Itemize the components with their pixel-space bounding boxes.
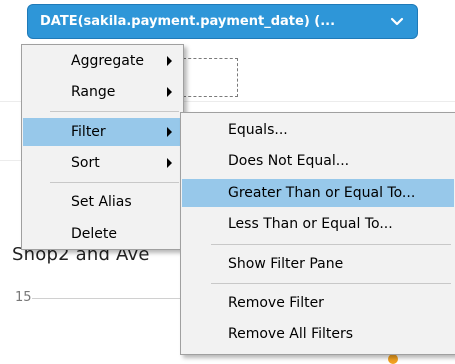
axis-line [32, 298, 192, 299]
submenu-arrow-icon [167, 158, 172, 168]
chevron-down-icon[interactable] [389, 13, 405, 29]
menu-item-label: Filter [71, 124, 106, 140]
submenu-item-remove-filter[interactable]: Remove Filter [182, 289, 454, 317]
menu-item-label: Does Not Equal... [228, 153, 350, 169]
submenu-item-equals[interactable]: Equals... [182, 116, 454, 144]
menu-item-label: Equals... [228, 122, 288, 138]
menu-item-sort[interactable]: Sort [23, 149, 182, 177]
submenu-item-does-not-equal[interactable]: Does Not Equal... [182, 147, 454, 175]
menu-separator [211, 244, 451, 245]
data-point [388, 354, 398, 364]
axis-tick-label: 15 [15, 290, 32, 305]
submenu-arrow-icon [167, 87, 172, 97]
menu-item-label: Remove Filter [228, 295, 324, 311]
menu-item-filter[interactable]: Filter [23, 118, 182, 146]
submenu-arrow-icon [167, 56, 172, 66]
menu-item-label: Show Filter Pane [228, 256, 344, 272]
menu-item-label: Delete [71, 226, 117, 242]
field-pill[interactable]: DATE(sakila.payment.payment_date) (... [27, 4, 418, 39]
menu-item-label: Greater Than or Equal To... [228, 185, 416, 201]
context-menu: Aggregate Range Filter Sort Set Alias De… [21, 44, 184, 250]
menu-item-set-alias[interactable]: Set Alias [23, 188, 182, 216]
submenu-arrow-icon [167, 127, 172, 137]
menu-item-delete[interactable]: Delete [23, 220, 182, 248]
submenu-item-greater-than-or-equal[interactable]: Greater Than or Equal To... [182, 179, 454, 207]
drop-target-placeholder[interactable] [183, 58, 238, 97]
menu-separator [211, 283, 451, 284]
field-pill-label: DATE(sakila.payment.payment_date) (... [40, 14, 336, 29]
menu-item-label: Less Than or Equal To... [228, 216, 393, 232]
menu-item-label: Range [71, 84, 116, 100]
menu-item-label: Set Alias [71, 194, 132, 210]
menu-separator [50, 182, 179, 183]
submenu-item-show-filter-pane[interactable]: Show Filter Pane [182, 250, 454, 278]
menu-item-label: Remove All Filters [228, 326, 354, 342]
menu-item-label: Sort [71, 155, 100, 171]
submenu-item-remove-all-filters[interactable]: Remove All Filters [182, 320, 454, 348]
menu-item-range[interactable]: Range [23, 78, 182, 106]
submenu-item-less-than-or-equal[interactable]: Less Than or Equal To... [182, 210, 454, 238]
filter-submenu: Equals... Does Not Equal... Greater Than… [180, 112, 455, 355]
menu-item-aggregate[interactable]: Aggregate [23, 47, 182, 75]
menu-separator [50, 111, 179, 112]
menu-item-label: Aggregate [71, 53, 144, 69]
